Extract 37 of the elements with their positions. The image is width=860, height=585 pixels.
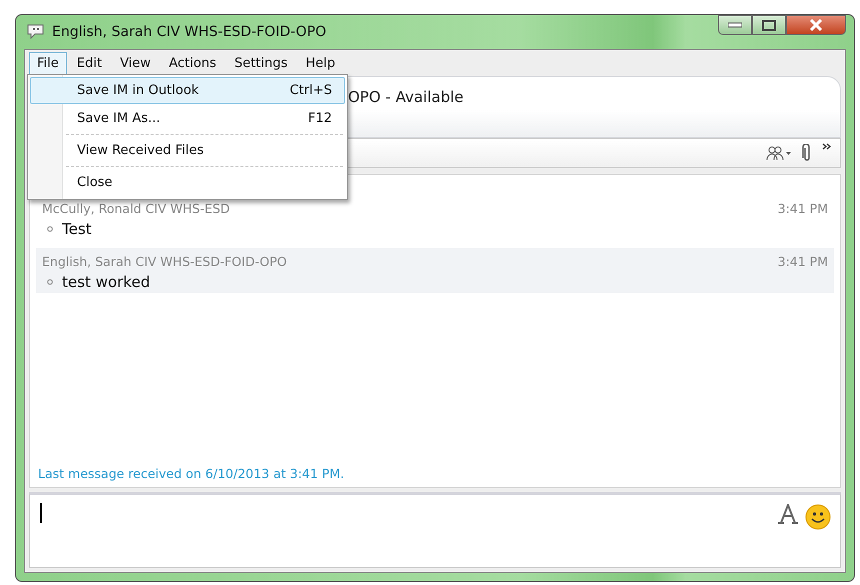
speech-bubble-icon	[26, 23, 46, 41]
minimize-button[interactable]	[718, 15, 752, 35]
menu-option[interactable]: Save IM in Outlook Ctrl+S	[30, 77, 345, 104]
close-button[interactable]	[786, 15, 846, 35]
bullet-icon	[47, 226, 53, 232]
contact-status: OPO - Available	[348, 88, 464, 106]
menu-item[interactable]: Actions	[160, 52, 224, 74]
paperclip-icon	[802, 144, 812, 162]
smiley-icon	[805, 504, 831, 530]
window-title: English, Sarah CIV WHS-ESD-FOID-OPO	[52, 24, 326, 40]
menu-option[interactable]: View Received Files	[30, 137, 345, 164]
text-cursor	[40, 503, 42, 523]
menu-item[interactable]: View	[112, 52, 159, 74]
last-message-status: Last message received on 6/10/2013 at 3:41 PM.	[37, 466, 346, 481]
message-time: 3:41 PM	[778, 254, 828, 269]
emoticon-button[interactable]	[804, 503, 832, 531]
message-input-field[interactable]	[29, 492, 841, 568]
font-button[interactable]	[776, 503, 800, 525]
menu-item[interactable]: File	[29, 52, 67, 74]
sender-name: English, Sarah CIV WHS-ESD-FOID-OPO	[42, 254, 287, 269]
close-icon	[809, 19, 823, 31]
menu-item[interactable]: Settings	[226, 52, 296, 74]
menu-option[interactable]: Save IM As... F12	[30, 105, 345, 132]
sender-name: McCully, Ronald CIV WHS-ESD	[42, 201, 230, 216]
chevron-icon	[822, 143, 832, 150]
message-text: test worked	[62, 273, 150, 291]
maximize-button[interactable]	[752, 15, 786, 35]
menu-option[interactable]: Close	[30, 169, 345, 196]
people-icon	[766, 145, 792, 161]
bullet-icon	[47, 279, 53, 285]
maximize-icon	[762, 20, 776, 30]
menu-item[interactable]: Help	[298, 52, 344, 74]
message-text: Test	[62, 220, 92, 238]
menu-item[interactable]: Edit	[68, 52, 110, 74]
message-time: 3:41 PM	[778, 201, 828, 216]
letter-a-icon	[777, 504, 799, 524]
minimize-icon	[728, 22, 742, 28]
